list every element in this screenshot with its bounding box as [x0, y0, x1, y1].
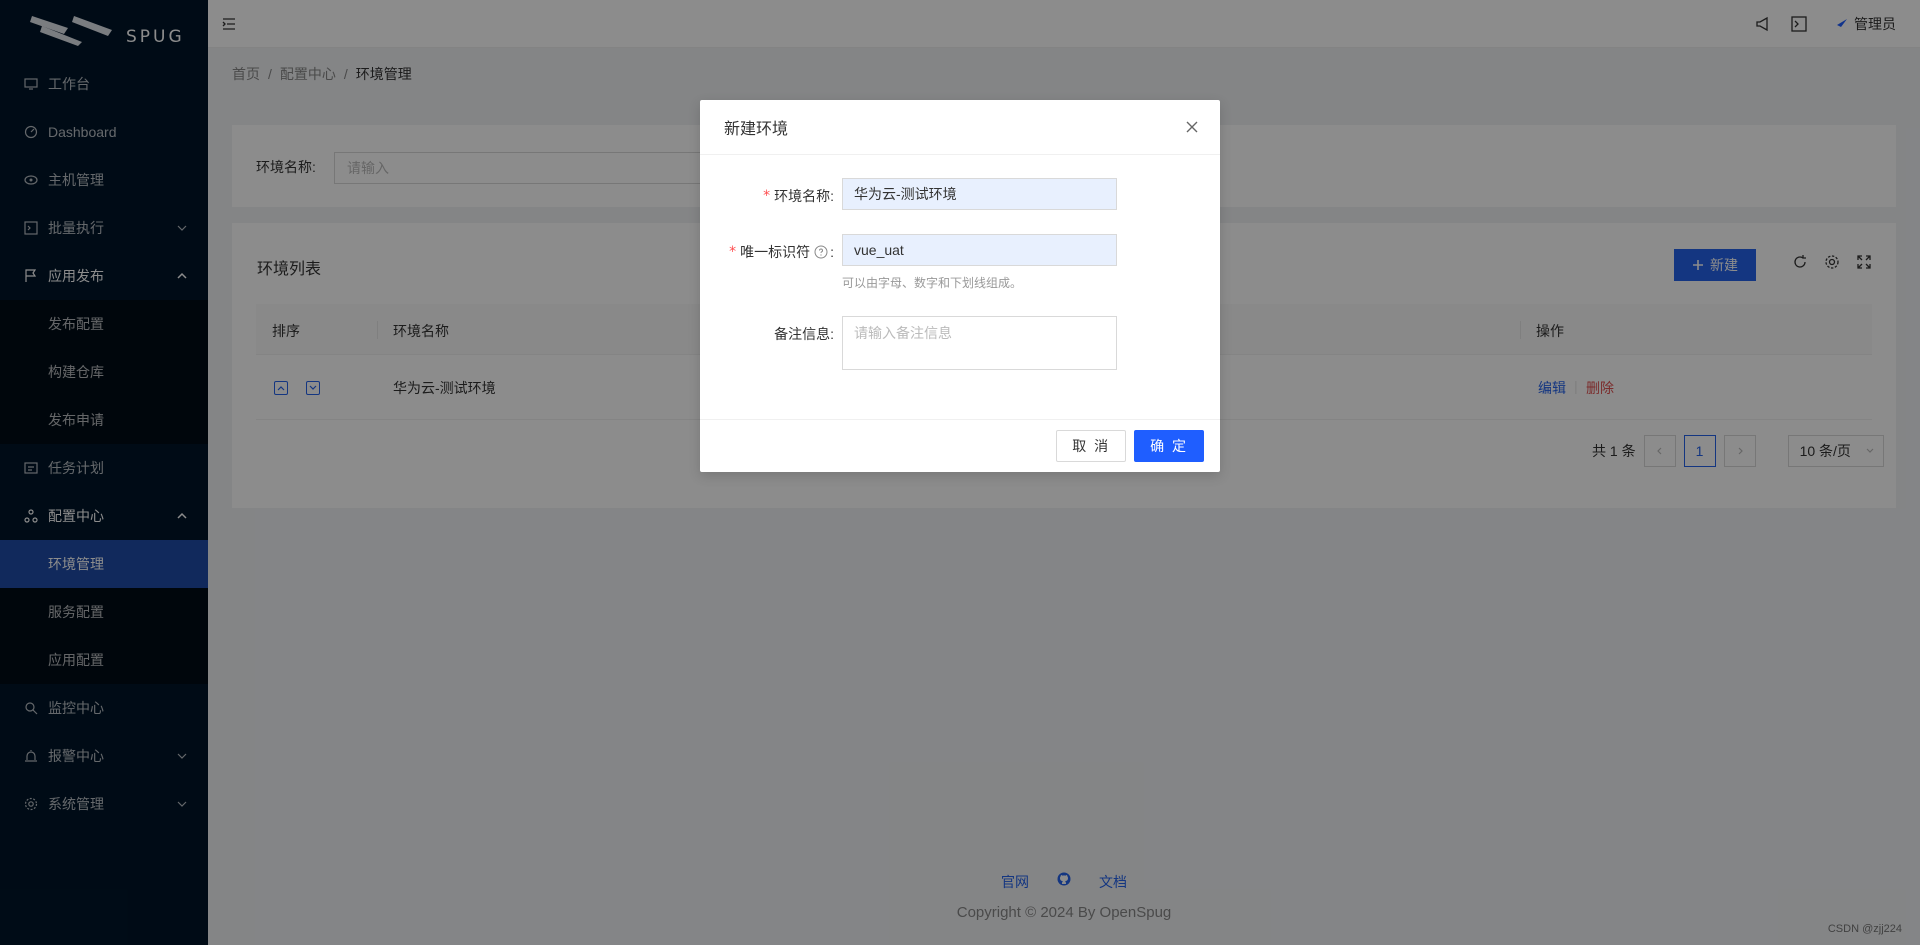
env-desc-label: 备注信息:	[774, 326, 834, 342]
modal-title: 新建环境	[724, 121, 789, 138]
ok-button[interactable]: 确 定	[1134, 430, 1204, 462]
env-desc-textarea[interactable]: 请输入备注信息	[842, 316, 1117, 370]
question-circle-icon[interactable]	[814, 245, 828, 259]
env-name-input[interactable]: 华为云-测试环境	[842, 178, 1117, 210]
close-icon[interactable]	[1184, 119, 1200, 135]
env-key-colon: :	[830, 244, 834, 260]
env-key-label: * 唯一标识符 :	[729, 244, 834, 260]
env-key-help: 可以由字母、数字和下划线组成。	[842, 276, 1023, 290]
env-key-input[interactable]: vue_uat	[842, 234, 1117, 266]
env-name-label-text: 环境名称:	[774, 188, 834, 204]
new-env-modal: 新建环境 * 环境名称: 华为云-测试环境 * 唯一标识符 : vue_uat 可以…	[700, 100, 1220, 472]
modal-footer: 取 消 确 定	[700, 419, 1220, 472]
modal-header: 新建环境	[700, 100, 1220, 155]
cancel-button[interactable]: 取 消	[1056, 430, 1127, 462]
env-name-label: * 环境名称:	[763, 188, 834, 204]
env-key-label-text: 唯一标识符	[740, 244, 811, 260]
